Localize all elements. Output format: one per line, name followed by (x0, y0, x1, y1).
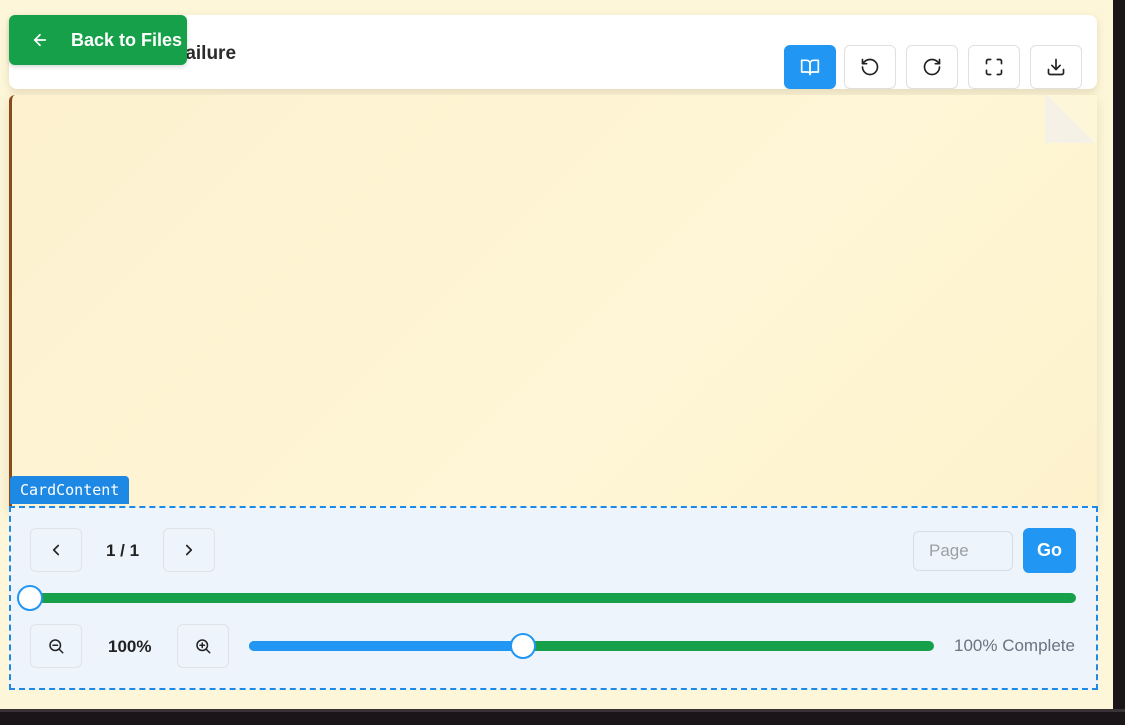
rotate-right-button[interactable] (906, 45, 958, 89)
zoom-in-icon (196, 639, 211, 654)
rotate-right-icon (923, 58, 941, 76)
prev-page-button[interactable] (30, 528, 82, 572)
page-slider-track[interactable] (22, 593, 1076, 603)
fullscreen-button[interactable] (968, 45, 1020, 89)
taskbar-strip (0, 709, 1125, 725)
arrow-left-icon (31, 31, 49, 49)
page-number-input[interactable] (913, 531, 1013, 571)
reader-app: failure Back to Files CardContent 1 / 1 … (0, 0, 1113, 709)
page-indicator: 1 / 1 (106, 541, 140, 560)
go-button[interactable]: Go (1023, 528, 1076, 573)
zoom-out-button[interactable] (30, 624, 82, 668)
download-icon (1047, 58, 1065, 76)
debug-label: CardContent (10, 476, 130, 504)
completion-status: 100% Complete (954, 636, 1075, 655)
chevron-left-icon (52, 544, 60, 556)
reading-mode-button[interactable] (784, 45, 836, 89)
back-to-files-label: Back to Files (71, 29, 183, 50)
back-to-files-button[interactable]: Back to Files (9, 15, 187, 65)
document-title: failure (179, 43, 237, 64)
zoom-level: 100% (108, 637, 152, 656)
page-slider-thumb[interactable] (17, 585, 43, 611)
rotate-left-button[interactable] (844, 45, 896, 89)
page-corner-fold (1045, 95, 1097, 143)
rotate-left-icon (861, 58, 879, 76)
reading-mode-icon (800, 59, 820, 76)
fullscreen-icon (985, 58, 1003, 76)
zoom-in-button[interactable] (177, 624, 229, 668)
chevron-right-icon (185, 544, 193, 556)
next-page-button[interactable] (163, 528, 215, 572)
document-page (9, 95, 1097, 510)
zoom-out-icon (49, 639, 64, 654)
download-button[interactable] (1030, 45, 1082, 89)
taskbar-edge (0, 709, 1125, 712)
zoom-slider-thumb[interactable] (510, 633, 536, 659)
zoom-slider-fill (249, 641, 523, 651)
